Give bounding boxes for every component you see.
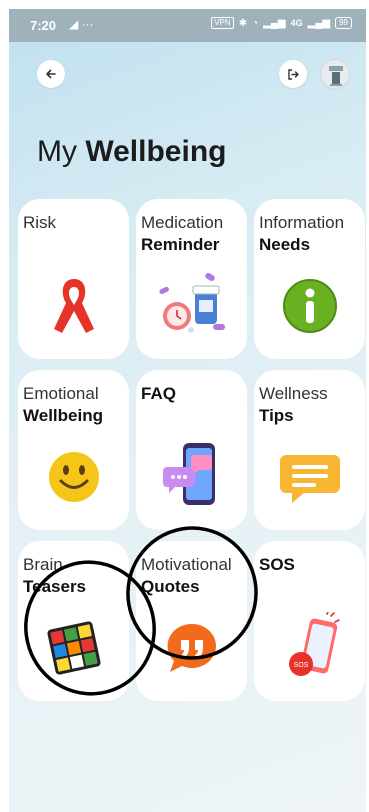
tile-brain-teasers[interactable]: Brain Teasers [18,541,129,701]
tile-label-bold: Teasers [23,577,87,596]
tile-risk[interactable]: Risk [18,199,129,359]
status-right-icons: VPN ✱ ◔ ▂▄▆ 4G ▂▄▆ 99 [211,17,352,29]
tile-sos[interactable]: SOS SOS [254,541,365,701]
tile-label-bold: SOS [259,555,295,574]
sos-phone-icon: SOS [254,603,365,693]
back-button[interactable] [37,60,65,88]
page-title: My Wellbeing [37,135,227,168]
signal-icon: ▂▄▆ [263,17,286,29]
status-bar: 7:20 ◢ ··· VPN ✱ ◔ ▂▄▆ 4G ▂▄▆ 99 [9,9,366,42]
logout-button[interactable] [279,60,307,88]
logout-icon [287,68,299,80]
signal-icon-2: ▂▄▆ [307,17,331,29]
vpn-icon: VPN [211,17,234,29]
pills-clock-icon [136,261,247,351]
tile-emotional-wellbeing[interactable]: Emotional Wellbeing [18,370,129,530]
chat-bubble-icon [254,432,365,522]
tile-label: Wellness [259,384,328,403]
bluetooth-icon: ✱ [238,17,248,29]
tile-faq[interactable]: FAQ [136,370,247,530]
info-icon [254,261,365,351]
tile-label-bold: Needs [259,235,311,254]
tile-label-bold: Tips [259,406,294,425]
tile-label: Information [259,213,345,232]
tile-information-needs[interactable]: Information Needs [254,199,365,359]
tile-label-bold: FAQ [141,384,176,403]
quote-icon [136,603,247,693]
phone-chat-icon [136,432,247,522]
red-ribbon-icon [18,261,129,351]
tile-label: Motivational [141,555,232,574]
tile-label: Risk [23,213,57,232]
network-type: 4G [290,18,303,28]
status-time: 7:20 [30,18,57,33]
tile-label-bold: Quotes [141,577,200,596]
tile-label-bold: Wellbeing [23,406,103,425]
tile-label: Brain [23,555,63,574]
tile-wellness-tips[interactable]: Wellness Tips [254,370,365,530]
tile-motivational-quotes[interactable]: Motivational Quotes [136,541,247,701]
wifi-icon: ◔ [252,17,259,29]
notification-icons: ◢ ··· [69,17,94,31]
tile-label: Emotional [23,384,99,403]
arrow-left-icon [46,69,56,79]
tile-medication-reminder[interactable]: Medication Reminder [136,199,247,359]
svg-text:SOS: SOS [293,662,308,669]
smiley-icon [18,432,129,522]
tile-label: Medication [141,213,224,232]
avatar-image [329,66,343,86]
rubiks-cube-icon [18,603,129,693]
phone-screen: 7:20 ◢ ··· VPN ✱ ◔ ▂▄▆ 4G ▂▄▆ 99 My Well… [9,9,366,812]
battery-icon: 99 [335,17,352,29]
profile-avatar[interactable] [320,59,350,89]
tile-label-bold: Reminder [141,235,220,254]
